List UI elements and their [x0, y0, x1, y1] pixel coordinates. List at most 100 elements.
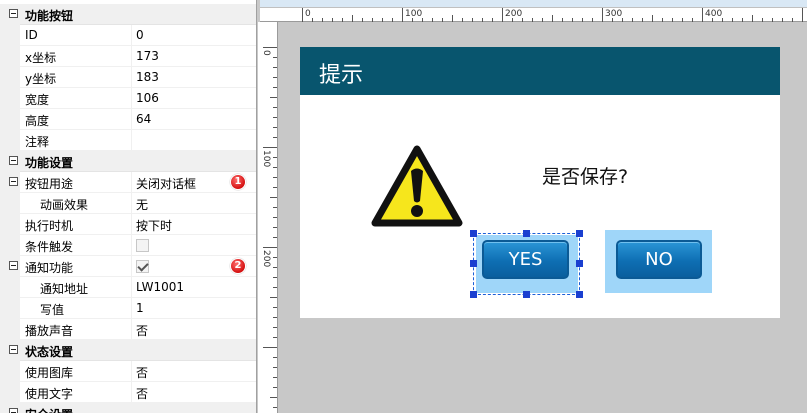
property-value[interactable]: 173 [136, 49, 159, 63]
column-separator [131, 277, 132, 298]
resize-handle-w[interactable] [470, 260, 477, 267]
no-button[interactable]: NO [616, 240, 702, 279]
property-category[interactable]: 功能设置 [0, 151, 256, 172]
ruler-tick [372, 18, 373, 22]
collapse-toggle-icon[interactable] [9, 9, 18, 18]
ruler-tick [492, 18, 493, 22]
ruler-tick [752, 15, 753, 22]
property-value[interactable]: 64 [136, 112, 151, 126]
resize-handle-s[interactable] [523, 291, 530, 298]
ruler-band [260, 0, 807, 8]
property-value[interactable]: 否 [136, 385, 148, 402]
property-name: y坐标 [25, 72, 57, 86]
property-value[interactable]: 0 [136, 28, 144, 42]
ruler-label: 400 [705, 9, 723, 19]
property-category[interactable]: 功能按钮 [0, 4, 256, 25]
property-name: 宽度 [25, 93, 50, 107]
property-checkbox[interactable] [136, 260, 149, 273]
ruler-tick [552, 15, 553, 22]
resize-handle-ne[interactable] [576, 230, 583, 237]
row-gutter [0, 235, 20, 256]
property-row[interactable]: 执行时机 按下时 [0, 214, 256, 235]
property-value[interactable]: LW1001 [136, 280, 184, 294]
property-grid: 功能按钮 ID 0 x坐标 173 y坐标 183 宽度 106 高度 64 注释 功能设置按钮用途 关闭… [0, 0, 257, 413]
property-value[interactable]: 否 [136, 364, 148, 381]
property-category[interactable]: 安全设置 [0, 403, 256, 413]
ruler-tick [342, 18, 343, 22]
property-value[interactable]: 无 [136, 196, 148, 213]
ruler-tick [382, 18, 383, 22]
annotation-badge: 1 [230, 174, 246, 190]
property-name: 状态设置 [25, 345, 74, 359]
column-separator [131, 67, 132, 88]
ruler-tick [682, 18, 683, 22]
collapse-toggle-icon[interactable] [9, 408, 18, 413]
property-row[interactable]: 按钮用途 关闭对话框 1 [0, 172, 256, 193]
property-row[interactable]: ID 0 [0, 25, 256, 46]
property-row[interactable]: 动画效果 无 [0, 193, 256, 214]
property-row[interactable]: 使用文字 否 [0, 382, 256, 403]
property-category[interactable]: 状态设置 [0, 340, 256, 361]
property-name: x坐标 [25, 51, 57, 65]
column-separator [131, 235, 132, 256]
ruler-tick [632, 18, 633, 22]
property-row[interactable]: x坐标 173 [0, 46, 256, 67]
collapse-toggle-icon[interactable] [9, 177, 18, 186]
ruler-tick [642, 18, 643, 22]
property-row[interactable]: y坐标 183 [0, 67, 256, 88]
ruler-tick [270, 197, 277, 198]
ruler-tick [273, 317, 277, 318]
property-value[interactable]: 1 [136, 301, 144, 315]
row-gutter [0, 109, 20, 130]
ruler-tick [263, 47, 277, 48]
property-row[interactable]: 注释 [0, 130, 256, 151]
property-name: 功能按钮 [25, 9, 74, 23]
column-separator [131, 46, 132, 67]
row-gutter [0, 361, 20, 382]
collapse-toggle-icon[interactable] [9, 156, 18, 165]
ruler-tick [273, 207, 277, 208]
row-gutter [0, 25, 20, 46]
ruler-tick [263, 247, 277, 248]
ruler-tick [652, 15, 653, 22]
property-checkbox[interactable] [136, 239, 149, 252]
property-row[interactable]: 通知地址 LW1001 [0, 277, 256, 298]
row-gutter [0, 46, 20, 67]
dialog-title-bar: 提示 [300, 47, 780, 95]
ruler-tick [432, 18, 433, 22]
ruler-tick [273, 237, 277, 238]
property-row[interactable]: 播放声音 否 [0, 319, 256, 340]
row-gutter [0, 319, 20, 340]
ruler-tick [782, 18, 783, 22]
property-row[interactable]: 使用图库 否 [0, 361, 256, 382]
property-row[interactable]: 宽度 106 [0, 88, 256, 109]
ruler-label: 0 [261, 50, 271, 56]
ruler-tick [273, 157, 277, 158]
ruler-tick [273, 177, 277, 178]
resize-handle-nw[interactable] [470, 230, 477, 237]
property-value[interactable]: 183 [136, 70, 159, 84]
property-name: 播放声音 [25, 324, 74, 338]
property-value[interactable]: 106 [136, 91, 159, 105]
property-value[interactable]: 按下时 [136, 217, 172, 234]
ruler-label: 100 [405, 9, 423, 19]
ruler-tick [263, 147, 277, 148]
resize-handle-n[interactable] [523, 230, 530, 237]
collapse-toggle-icon[interactable] [9, 345, 18, 354]
collapse-toggle-icon[interactable] [9, 261, 18, 270]
column-separator [131, 298, 132, 319]
ruler-label: 300 [605, 9, 623, 19]
ruler-tick [662, 18, 663, 22]
property-row[interactable]: 写值 1 [0, 298, 256, 319]
property-name: 按钮用途 [25, 177, 74, 191]
warning-triangle-icon [371, 145, 463, 227]
property-value[interactable]: 否 [136, 322, 148, 339]
resize-handle-se[interactable] [576, 291, 583, 298]
resize-handle-sw[interactable] [470, 291, 477, 298]
property-row[interactable]: 高度 64 [0, 109, 256, 130]
property-row[interactable]: 条件触发 [0, 235, 256, 256]
property-value[interactable]: 关闭对话框 [136, 175, 196, 192]
resize-handle-e[interactable] [576, 260, 583, 267]
property-row[interactable]: 通知功能 2 [0, 256, 256, 277]
ruler-tick [273, 67, 277, 68]
